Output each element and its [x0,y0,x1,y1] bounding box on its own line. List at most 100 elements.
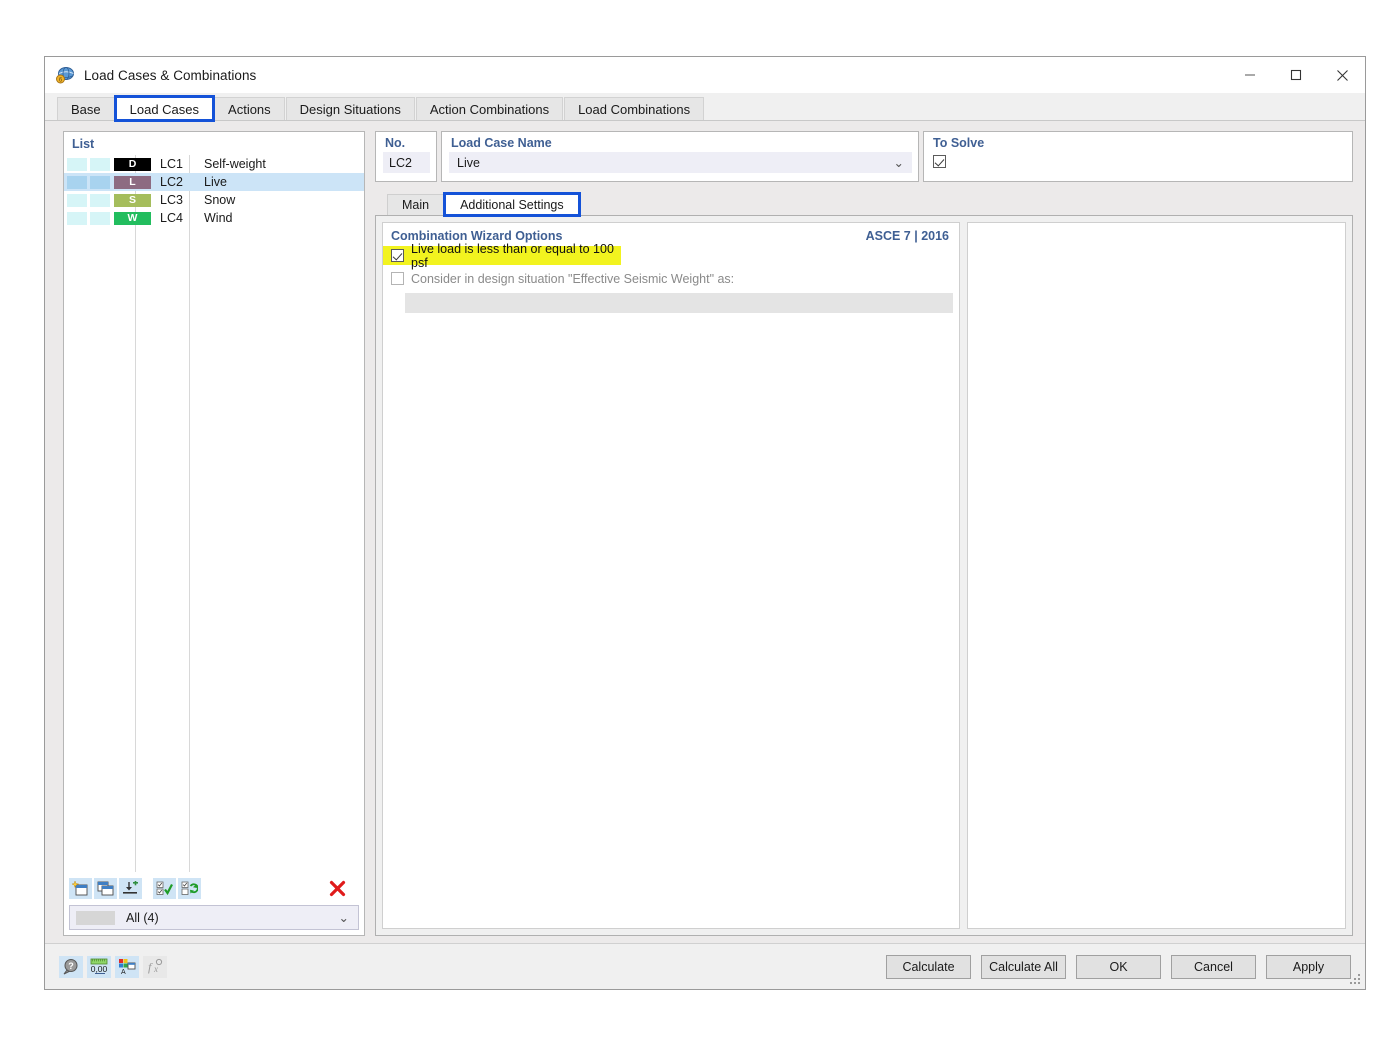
tab-actions[interactable]: Actions [214,97,285,120]
row-color-swatch [67,175,87,189]
list-filter-dropdown[interactable]: All (4) ⌄ [69,905,359,930]
display-properties-icon[interactable]: A [115,955,139,978]
table-row[interactable]: D LC1 Self-weight [64,155,364,173]
formula-icon: fx [143,955,167,978]
live-load-option-row[interactable]: Live load is less than or equal to 100 p… [383,242,621,270]
window-controls [1227,57,1365,93]
chevron-down-icon[interactable]: ⌄ [339,910,349,925]
tab-additional-settings[interactable]: Additional Settings [443,192,581,217]
filter-color-swatch [76,910,115,925]
window-title: Load Cases & Combinations [84,67,257,83]
svg-text:x: x [153,964,158,974]
table-row[interactable]: S LC3 Snow [64,191,364,209]
load-case-name: Snow [204,193,236,207]
row-color-swatch-2 [90,157,110,171]
tab-main[interactable]: Main [387,194,445,215]
name-field-group: Load Case Name Live ⌄ [441,131,919,182]
column-divider [135,155,136,872]
tab-load-combinations[interactable]: Load Combinations [564,97,705,120]
close-button[interactable] [1319,57,1365,93]
chevron-down-icon[interactable]: ⌄ [894,155,904,170]
load-case-number: LC1 [160,157,183,171]
cancel-button[interactable]: Cancel [1171,954,1256,979]
to-solve-checkbox[interactable] [933,155,946,168]
copy-load-case-button[interactable] [94,878,117,899]
seismic-weight-option-row[interactable]: Consider in design situation "Effective … [383,269,959,288]
help-search-icon[interactable]: ? [59,955,83,978]
no-value: LC2 [389,155,412,170]
svg-text:0,00: 0,00 [91,964,108,974]
load-type-badge: W [114,211,151,225]
row-color-swatch-2 [90,211,110,225]
table-row[interactable]: L LC2 Live [64,173,364,191]
select-all-button[interactable] [153,878,176,899]
svg-text:f: f [148,960,153,974]
calculate-all-button[interactable]: Calculate All [981,954,1066,979]
load-case-name-label: Load Case Name [451,136,552,150]
list-header-label: List [72,137,95,151]
tab-action-combinations[interactable]: Action Combinations [415,97,564,120]
load-case-name-input[interactable]: Live ⌄ [449,152,912,173]
load-case-number: LC3 [160,193,183,207]
app-globe-icon: 6 [55,65,75,85]
svg-text:A: A [121,969,126,975]
seismic-weight-label: Consider in design situation "Effective … [411,271,735,286]
to-solve-checkbox-wrap [924,150,1352,168]
load-type-badge: L [114,175,151,189]
tab-load-cases[interactable]: Load Cases [113,95,216,122]
import-load-case-button[interactable] [119,878,142,899]
dialog-body: List D LC1 Self-weight L LC2 Live S LC3 Snow W LC4… [45,120,1365,943]
title-bar: 6 Load Cases & Combinations [45,57,1365,93]
delete-load-case-button[interactable] [326,878,349,899]
to-solve-label: To Solve [933,136,985,150]
no-input[interactable]: LC2 [383,152,430,173]
load-cases-dialog: 6 Load Cases & Combinations Base Load Cas… [44,56,1366,990]
load-type-badge: D [114,157,151,171]
load-case-number: LC4 [160,211,183,225]
dialog-footer: ? 0,00 Af x Calculate Calculate All OK Cancel A… [45,943,1365,989]
footer-buttons: Calculate Calculate All OK Cancel Apply [876,954,1351,979]
list-toolbar [64,872,364,905]
load-case-name: Wind [204,211,233,225]
number-format-icon[interactable]: 0,00 [87,955,111,978]
maximize-button[interactable] [1273,57,1319,93]
live-load-checkbox[interactable] [391,249,404,262]
resize-grip[interactable] [1350,974,1362,986]
calculate-button[interactable]: Calculate [886,954,971,979]
row-color-swatch-2 [90,175,110,189]
load-case-list-panel: List D LC1 Self-weight L LC2 Live S LC3 Snow W LC4… [63,131,365,936]
table-row[interactable]: W LC4 Wind [64,209,364,227]
wizard-preview-pane [967,222,1346,929]
row-color-swatch [67,157,87,171]
load-case-name-value: Live [457,155,480,170]
row-color-swatch [67,193,87,207]
new-load-case-button[interactable] [69,878,92,899]
row-color-swatch [67,211,87,225]
ok-button[interactable]: OK [1076,954,1161,979]
row-color-swatch-2 [90,193,110,207]
detail-tab-bar: Main Additional Settings [375,191,1353,217]
no-field-group: No. LC2 [375,131,437,182]
main-tab-bar: Base Load Cases Actions Design Situations Ac… [45,93,1365,122]
load-case-number: LC2 [160,175,183,189]
tab-design-situations[interactable]: Design Situations [285,97,415,120]
load-case-name: Live [204,175,227,189]
load-case-rows: D LC1 Self-weight L LC2 Live S LC3 Snow W LC4 Wind [64,155,364,872]
combination-wizard-pane: Combination Wizard Options ASCE 7 | 2016… [382,222,960,929]
minimize-button[interactable] [1227,57,1273,93]
live-load-label: Live load is less than or equal to 100 p… [411,241,614,270]
to-solve-group: To Solve [923,131,1353,182]
additional-settings-panel: Combination Wizard Options ASCE 7 | 2016… [375,215,1353,936]
filter-value: All (4) [126,910,159,925]
column-divider [189,155,190,872]
tab-base[interactable]: Base [57,97,115,120]
svg-text:?: ? [68,961,74,971]
no-label: No. [385,136,406,150]
seismic-weight-input [405,293,953,313]
seismic-weight-checkbox[interactable] [391,272,404,285]
apply-button[interactable]: Apply [1266,954,1351,979]
footer-icon-group: ? 0,00 Af x [59,955,171,978]
wizard-standard: ASCE 7 | 2016 [865,229,949,243]
load-case-detail-area: No. LC2 Load Case Name Live ⌄ To Solve M… [375,131,1353,936]
invert-selection-button[interactable] [178,878,201,899]
